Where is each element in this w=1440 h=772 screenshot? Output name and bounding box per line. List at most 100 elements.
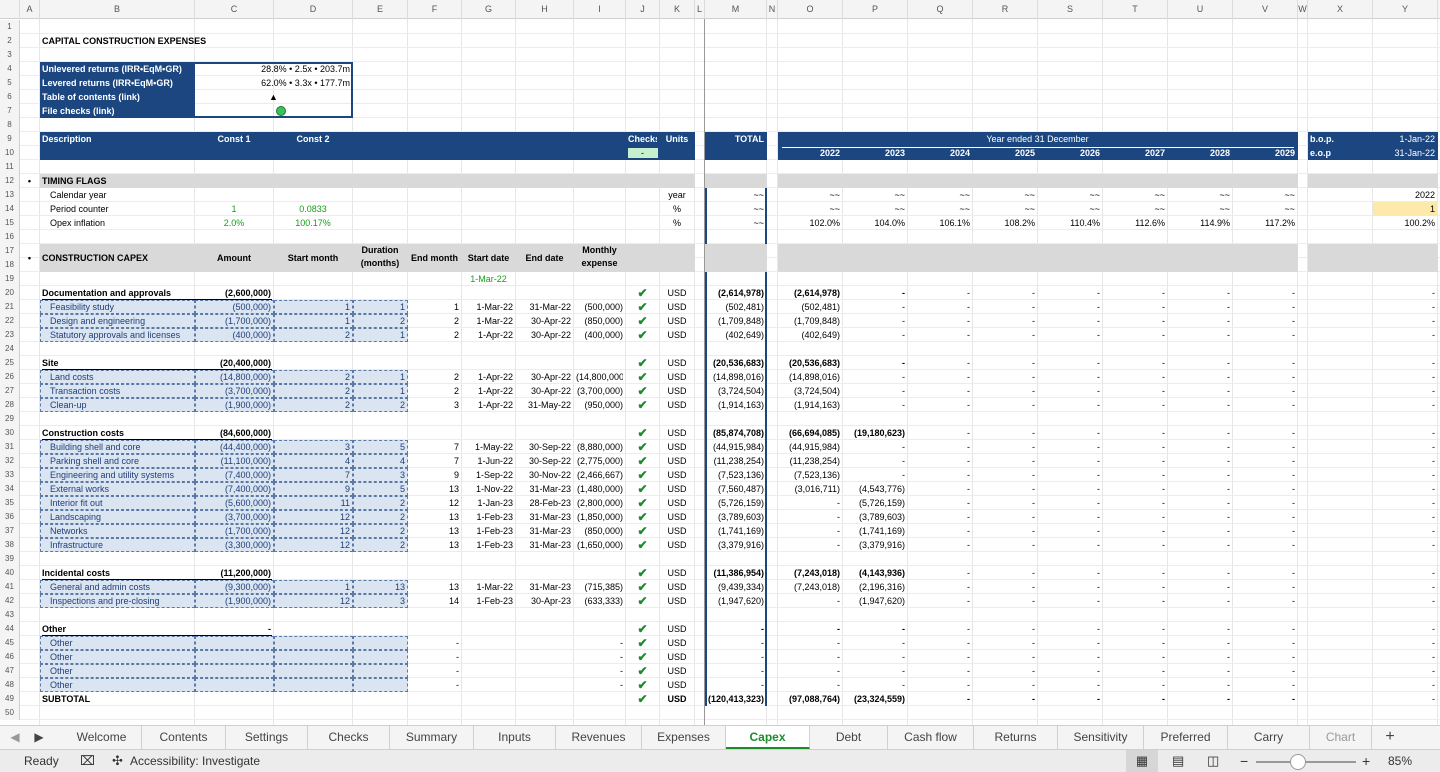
sheet-tab-debt[interactable]: Debt bbox=[810, 726, 888, 749]
row-header[interactable]: 34 bbox=[0, 482, 20, 496]
column-header-y[interactable]: Y bbox=[1373, 0, 1438, 19]
item-amount[interactable]: (9,300,000) bbox=[197, 580, 271, 594]
item-duration[interactable]: 4 bbox=[355, 454, 405, 468]
column-header-u[interactable]: U bbox=[1168, 0, 1233, 19]
item-start-month[interactable]: 1 bbox=[276, 314, 350, 328]
column-header-r[interactable]: R bbox=[973, 0, 1038, 19]
macro-icon[interactable]: ⌧ bbox=[80, 750, 95, 772]
item-name[interactable]: External works bbox=[42, 482, 192, 496]
sheet-grid[interactable]: 1 2 3 4 5 6 7 8 9 10 11 12 13 14 15 16 17 18 19 20 21 22 23 24 2… bbox=[0, 19, 1440, 725]
item-start-month[interactable]: 4 bbox=[276, 454, 350, 468]
page-break-icon[interactable]: ◫ bbox=[1207, 750, 1219, 772]
item-amount[interactable]: (14,800,000) bbox=[197, 370, 271, 384]
item-start-month[interactable]: 1 bbox=[276, 580, 350, 594]
sheet-tab-preferred[interactable]: Preferred bbox=[1144, 726, 1228, 749]
row-header[interactable]: 48 bbox=[0, 678, 20, 692]
item-duration[interactable]: 1 bbox=[355, 370, 405, 384]
item-start-month[interactable]: 7 bbox=[276, 468, 350, 482]
column-header-l[interactable]: L bbox=[695, 0, 705, 19]
column-header-o[interactable]: O bbox=[778, 0, 843, 19]
item-name[interactable]: Land costs bbox=[42, 370, 192, 384]
item-name[interactable]: Other bbox=[42, 678, 192, 692]
row-header[interactable]: 47 bbox=[0, 664, 20, 678]
zoom-in-icon[interactable]: + bbox=[1362, 750, 1370, 772]
item-amount[interactable]: (400,000) bbox=[197, 328, 271, 342]
item-name[interactable]: Other bbox=[42, 664, 192, 678]
row-header[interactable]: 42 bbox=[0, 594, 20, 608]
column-header-h[interactable]: H bbox=[516, 0, 574, 19]
zoom-slider-track[interactable] bbox=[1256, 761, 1356, 763]
row-header[interactable]: 39 bbox=[0, 552, 20, 566]
normal-view-icon[interactable]: ▦ bbox=[1126, 750, 1158, 772]
scroll-right-icon[interactable]: ▶ bbox=[28, 726, 50, 749]
item-amount[interactable]: (3,300,000) bbox=[197, 538, 271, 552]
row-header[interactable]: 14 bbox=[0, 202, 20, 216]
item-name[interactable]: Landscaping bbox=[42, 510, 192, 524]
column-header-w[interactable]: W bbox=[1298, 0, 1308, 19]
item-start-month[interactable]: 2 bbox=[276, 384, 350, 398]
sheet-tab-settings[interactable]: Settings bbox=[226, 726, 308, 749]
item-start-month[interactable]: 12 bbox=[276, 594, 350, 608]
row-header[interactable]: 21 bbox=[0, 300, 20, 314]
row-header[interactable]: 11 bbox=[0, 160, 20, 174]
zoom-level[interactable]: 85% bbox=[1388, 750, 1412, 772]
item-start-month[interactable]: 11 bbox=[276, 496, 350, 510]
item-amount[interactable]: (11,100,000) bbox=[197, 454, 271, 468]
item-name[interactable]: Networks bbox=[42, 524, 192, 538]
row-header[interactable]: 30 bbox=[0, 426, 20, 440]
toc-link-icon[interactable]: ▲ bbox=[197, 90, 350, 104]
row-header[interactable]: 20 bbox=[0, 286, 20, 300]
item-name[interactable]: Parking shell and core bbox=[42, 454, 192, 468]
column-header-e[interactable]: E bbox=[353, 0, 408, 19]
row-header[interactable]: 24 bbox=[0, 342, 20, 356]
item-duration[interactable]: 3 bbox=[355, 468, 405, 482]
row-header[interactable]: 18 bbox=[0, 258, 20, 272]
item-name[interactable]: Building shell and core bbox=[42, 440, 192, 454]
column-header-q[interactable]: Q bbox=[908, 0, 973, 19]
item-duration[interactable]: 13 bbox=[355, 580, 405, 594]
sheet-tab-returns[interactable]: Returns bbox=[974, 726, 1058, 749]
zoom-out-icon[interactable]: − bbox=[1240, 750, 1248, 772]
item-amount[interactable]: (1,900,000) bbox=[197, 594, 271, 608]
row-header[interactable]: 19 bbox=[0, 272, 20, 286]
item-name[interactable]: Interior fit out bbox=[42, 496, 192, 510]
item-duration[interactable]: 5 bbox=[355, 482, 405, 496]
scroll-left-icon[interactable]: ◀ bbox=[4, 726, 26, 749]
item-duration[interactable]: 2 bbox=[355, 510, 405, 524]
row-header[interactable]: 10 bbox=[0, 146, 20, 160]
item-amount[interactable]: (7,400,000) bbox=[197, 482, 271, 496]
row-header[interactable]: 49 bbox=[0, 692, 20, 706]
sheet-tab-welcome[interactable]: Welcome bbox=[62, 726, 142, 749]
row-header[interactable]: 1 bbox=[0, 20, 20, 34]
row-header[interactable]: 25 bbox=[0, 356, 20, 370]
add-sheet-icon[interactable]: + bbox=[1372, 726, 1408, 749]
column-header-g[interactable]: G bbox=[462, 0, 516, 19]
row-header[interactable]: 40 bbox=[0, 566, 20, 580]
sheet-tab-sensitivity[interactable]: Sensitivity bbox=[1058, 726, 1144, 749]
column-header-m[interactable]: M bbox=[705, 0, 767, 19]
column-header-t[interactable]: T bbox=[1103, 0, 1168, 19]
item-duration[interactable]: 2 bbox=[355, 524, 405, 538]
sheet-tab-carry[interactable]: Carry bbox=[1228, 726, 1310, 749]
item-start-month[interactable]: 9 bbox=[276, 482, 350, 496]
row-header[interactable]: 5 bbox=[0, 76, 20, 90]
column-header-i[interactable]: I bbox=[574, 0, 626, 19]
row-header[interactable]: 44 bbox=[0, 622, 20, 636]
row-header[interactable]: 35 bbox=[0, 496, 20, 510]
item-start-month[interactable]: 3 bbox=[276, 440, 350, 454]
item-duration[interactable]: 2 bbox=[355, 398, 405, 412]
sheet-tab-checks[interactable]: Checks bbox=[308, 726, 390, 749]
row-header[interactable]: 37 bbox=[0, 524, 20, 538]
file-checks-status-icon[interactable] bbox=[275, 106, 286, 116]
item-start-month[interactable]: 2 bbox=[276, 370, 350, 384]
item-duration[interactable]: 1 bbox=[355, 328, 405, 342]
row-header[interactable]: 28 bbox=[0, 398, 20, 412]
item-duration[interactable]: 2 bbox=[355, 496, 405, 510]
item-duration[interactable]: 2 bbox=[355, 538, 405, 552]
item-duration[interactable]: 3 bbox=[355, 594, 405, 608]
row-header[interactable]: 15 bbox=[0, 216, 20, 230]
item-amount[interactable]: (3,700,000) bbox=[197, 384, 271, 398]
row-header[interactable]: 8 bbox=[0, 118, 20, 132]
row-header[interactable]: 33 bbox=[0, 468, 20, 482]
item-name[interactable]: Other bbox=[42, 636, 192, 650]
